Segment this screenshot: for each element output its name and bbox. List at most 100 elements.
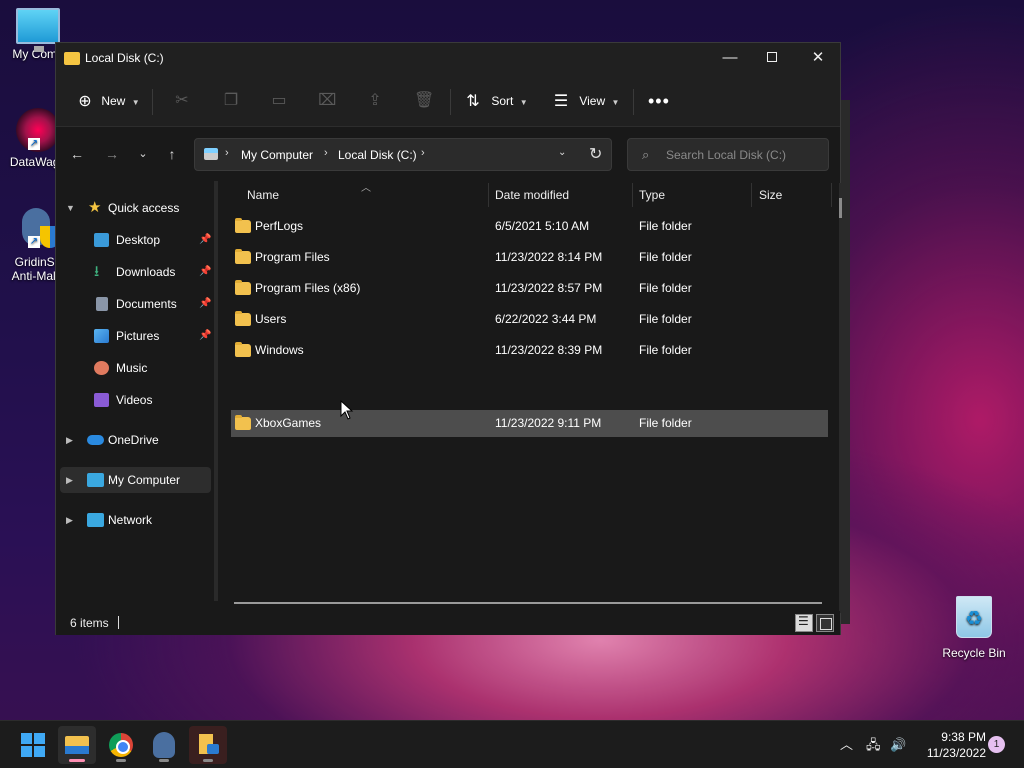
- tiles-view-button[interactable]: [816, 614, 834, 632]
- taskbar-clock[interactable]: 9:38 PM 11/23/2022: [916, 729, 986, 761]
- volume-icon[interactable]: 🔊: [890, 721, 906, 768]
- taskbar-chrome[interactable]: [102, 726, 140, 764]
- running-indicator: [69, 759, 85, 762]
- column-divider[interactable]: [831, 183, 832, 207]
- pin-icon[interactable]: 📌: [199, 259, 211, 285]
- sidebar-item-label: Documents: [116, 297, 177, 311]
- title-bar[interactable]: Local Disk (C:) — ✕: [56, 43, 840, 75]
- taskbar-file-explorer[interactable]: [58, 726, 96, 764]
- desktop-icon-recycle-bin[interactable]: Recycle Bin: [936, 596, 1012, 660]
- search-input[interactable]: [666, 146, 821, 164]
- video-icon: [94, 393, 109, 407]
- more-options-button[interactable]: •••: [648, 88, 670, 114]
- start-button[interactable]: [14, 726, 52, 764]
- delete-button[interactable]: 🗑: [414, 88, 434, 114]
- vertical-scrollbar-thumb[interactable]: [839, 198, 842, 218]
- vertical-scrollbar[interactable]: [839, 183, 842, 613]
- toolbar-divider: [450, 89, 451, 115]
- pin-icon[interactable]: 📌: [199, 323, 211, 349]
- download-arrow-icon: ⭳: [94, 263, 100, 280]
- monitor-icon: [16, 8, 60, 52]
- recent-locations-button[interactable]: ⌄: [132, 143, 154, 165]
- gridinsoft-icon: ↗: [16, 206, 60, 252]
- sidebar-item-network[interactable]: ▶ Network: [60, 507, 211, 533]
- new-button-label: New: [101, 94, 126, 108]
- table-row[interactable]: Program Files 11/23/2022 8:14 PM File fo…: [231, 244, 828, 271]
- sidebar-item-desktop[interactable]: Desktop 📌: [60, 227, 211, 253]
- file-type: File folder: [639, 343, 692, 357]
- star-icon: ★: [88, 199, 102, 216]
- search-box[interactable]: ⌕: [627, 138, 829, 171]
- taskbar: ︿ 🖧 🔊 9:38 PM 11/23/2022 1: [0, 720, 1024, 768]
- table-row[interactable]: Users 6/22/2022 3:44 PM File folder: [231, 306, 828, 333]
- new-button[interactable]: ⊕ New ▼: [76, 88, 139, 114]
- sidebar-item-onedrive[interactable]: ▶ OneDrive: [60, 427, 211, 453]
- column-header-size[interactable]: Size: [759, 181, 782, 209]
- breadcrumb-my-computer[interactable]: My Computer: [241, 148, 313, 162]
- notification-badge[interactable]: 1: [988, 736, 1005, 753]
- file-explorer-window: Local Disk (C:) — ✕ ⊕ New ▼ ✂ ❐ ▭ ⌧ ⇪ 🗑 …: [55, 42, 842, 635]
- sidebar-item-music[interactable]: Music: [60, 355, 211, 381]
- chevron-right-icon[interactable]: ▶: [66, 507, 73, 533]
- sort-button[interactable]: ⇅ Sort ▼: [464, 88, 528, 114]
- column-divider[interactable]: [751, 183, 752, 207]
- pin-icon[interactable]: 📌: [199, 291, 211, 317]
- chevron-down-icon[interactable]: ▼: [66, 195, 75, 221]
- cut-button[interactable]: ✂: [173, 88, 191, 114]
- pin-icon[interactable]: 📌: [199, 227, 211, 253]
- folder-icon: [235, 311, 251, 326]
- column-header-type[interactable]: Type: [639, 181, 665, 209]
- picture-icon: [94, 329, 109, 343]
- table-row[interactable]: PerfLogs 6/5/2021 5:10 AM File folder: [231, 213, 828, 240]
- taskbar-gridinsoft[interactable]: [145, 726, 183, 764]
- rename-button[interactable]: ⌧: [318, 88, 336, 114]
- minimize-button[interactable]: —: [707, 43, 753, 73]
- forward-button[interactable]: →: [101, 143, 123, 165]
- sidebar-item-pictures[interactable]: Pictures 📌: [60, 323, 211, 349]
- column-divider[interactable]: [488, 183, 489, 207]
- details-view-button[interactable]: [795, 614, 813, 632]
- network-status-icon[interactable]: 🖧: [866, 721, 881, 768]
- close-button[interactable]: ✕: [795, 43, 841, 73]
- column-header-name[interactable]: Name: [247, 181, 279, 209]
- computer-icon: [87, 473, 104, 487]
- sidebar-item-downloads[interactable]: ⭳ Downloads 📌: [60, 259, 211, 285]
- taskbar-app[interactable]: [189, 726, 227, 764]
- file-date: 6/5/2021 5:10 AM: [495, 219, 590, 233]
- chevron-down-icon: ▼: [519, 98, 528, 107]
- file-date: 6/22/2022 3:44 PM: [495, 312, 597, 326]
- view-button[interactable]: ☰ View ▼: [552, 88, 620, 114]
- paste-button[interactable]: ▭: [270, 88, 288, 114]
- table-row-hovered[interactable]: XboxGames 11/23/2022 9:11 PM File folder: [231, 410, 828, 437]
- sidebar-item-quick-access[interactable]: ▼ ★ Quick access: [60, 195, 211, 221]
- folder-icon: [235, 218, 251, 233]
- column-divider[interactable]: [632, 183, 633, 207]
- share-button[interactable]: ⇪: [366, 88, 384, 114]
- sidebar-item-label: Desktop: [116, 233, 161, 247]
- up-button[interactable]: ↑: [161, 143, 183, 165]
- refresh-icon[interactable]: ↻: [589, 144, 602, 164]
- sidebar-item-my-computer[interactable]: ▶ My Computer: [60, 467, 211, 493]
- back-button[interactable]: ←: [66, 143, 88, 165]
- copy-button[interactable]: ❐: [222, 88, 240, 114]
- navigation-pane: ▼ ★ Quick access Desktop 📌 ⭳ Downloads 📌…: [56, 181, 214, 603]
- breadcrumb-local-disk[interactable]: Local Disk (C:): [338, 148, 417, 162]
- file-name: XboxGames: [255, 416, 322, 430]
- table-row[interactable]: Program Files (x86) 11/23/2022 8:57 PM F…: [231, 275, 828, 302]
- horizontal-scrollbar[interactable]: [234, 602, 822, 604]
- chevron-right-icon[interactable]: ▶: [66, 427, 73, 453]
- search-icon: ⌕: [642, 147, 650, 162]
- show-hidden-icons-chevron-icon[interactable]: ︿: [840, 721, 853, 768]
- chevron-right-icon[interactable]: ▶: [66, 467, 73, 493]
- table-row[interactable]: Windows 11/23/2022 8:39 PM File folder: [231, 337, 828, 364]
- address-bar[interactable]: › My Computer › Local Disk (C:) › ⌄ ↻: [194, 138, 612, 171]
- maximize-button[interactable]: [749, 43, 795, 73]
- folder-icon: [235, 415, 251, 430]
- command-bar: ⊕ New ▼ ✂ ❐ ▭ ⌧ ⇪ 🗑 ⇅ Sort ▼ ☰ View ▼ ••…: [56, 75, 840, 127]
- sidebar-item-videos[interactable]: Videos: [60, 387, 211, 413]
- chevron-right-icon: ›: [225, 147, 229, 159]
- address-dropdown-chevron-icon[interactable]: ⌄: [558, 147, 566, 158]
- scissors-icon: ✂: [175, 92, 189, 109]
- sidebar-item-documents[interactable]: Documents 📌: [60, 291, 211, 317]
- column-header-date-modified[interactable]: Date modified: [495, 181, 569, 209]
